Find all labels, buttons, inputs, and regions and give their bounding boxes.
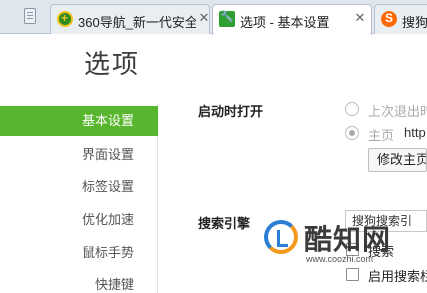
- tab-360-nav[interactable]: 360导航_新一代安全上 ✕: [50, 4, 210, 34]
- watermark: 酷知网 www.coozhi.com: [264, 216, 414, 266]
- modify-homepage-button[interactable]: 修改主页: [368, 148, 427, 172]
- tab-sogou[interactable]: 搜狗: [374, 4, 427, 34]
- page-title: 选项: [84, 49, 141, 79]
- sogou-logo-icon: [381, 11, 397, 27]
- close-icon[interactable]: ✕: [353, 11, 367, 25]
- watermark-brand: 酷知网: [304, 224, 392, 255]
- search-checkbox-2-label: 启用搜索栏: [368, 269, 427, 284]
- tab-label: 搜狗: [402, 15, 427, 30]
- tab-label: 360导航_新一代安全上: [78, 15, 196, 30]
- coozhi-logo-icon: [264, 220, 298, 254]
- sidebar-item-shortcuts[interactable]: 快捷键: [0, 270, 158, 293]
- radio-homepage-label: 主页: [368, 128, 395, 143]
- radio-last-session[interactable]: [345, 102, 359, 116]
- sidebar-item-interface-settings[interactable]: 界面设置: [0, 140, 158, 170]
- tab-label: 选项 - 基本设置: [240, 15, 330, 30]
- tab-strip: 360导航_新一代安全上 ✕ 选项 - 基本设置 ✕ 搜狗: [0, 0, 427, 35]
- 360-logo-icon: [57, 11, 73, 27]
- homepage-url: http: [404, 125, 426, 140]
- search-engine-label: 搜索引擎: [198, 216, 251, 231]
- sidebar-item-optimize-accelerate[interactable]: 优化加速: [0, 205, 158, 235]
- watermark-url: www.coozhi.com: [306, 254, 374, 264]
- close-icon[interactable]: ✕: [197, 11, 211, 25]
- radio-homepage[interactable]: [345, 126, 359, 140]
- sidebar-item-basic-settings[interactable]: 基本设置: [0, 106, 158, 136]
- search-checkbox-2[interactable]: [346, 268, 359, 281]
- sidebar-item-mouse-gestures[interactable]: 鼠标手势: [0, 238, 158, 268]
- startup-label: 启动时打开: [198, 104, 264, 119]
- wrench-icon: [219, 10, 235, 27]
- radio-last-session-label: 上次退出时: [368, 104, 427, 119]
- page-list-icon[interactable]: [24, 8, 36, 24]
- sidebar: 基本设置 界面设置 标签设置 优化加速 鼠标手势 快捷键: [0, 104, 158, 293]
- tab-options-basic[interactable]: 选项 - 基本设置 ✕: [212, 4, 372, 35]
- sidebar-item-tab-settings[interactable]: 标签设置: [0, 172, 158, 202]
